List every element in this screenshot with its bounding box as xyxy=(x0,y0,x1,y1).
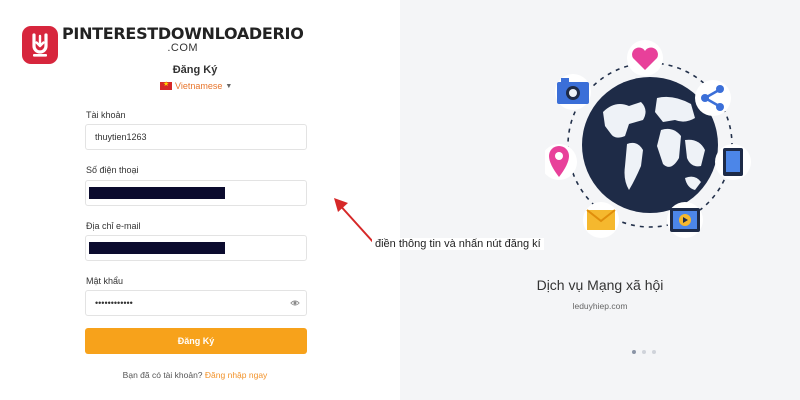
phone-label: Số điện thoại xyxy=(86,165,139,175)
vietnam-flag-icon xyxy=(160,80,172,90)
carousel-dot[interactable] xyxy=(652,350,656,354)
email-label: Địa chỉ e-mail xyxy=(86,221,141,231)
promo-subtitle: leduyhiep.com xyxy=(572,301,628,311)
redaction-bar xyxy=(89,187,225,199)
mail-icon xyxy=(583,202,619,238)
video-icon xyxy=(667,202,703,238)
login-prompt: Bạn đã có tài khoản? Đăng nhập ngay xyxy=(0,370,390,380)
phone-field-box xyxy=(85,180,307,206)
username-label: Tài khoản xyxy=(86,110,126,120)
have-account-text: Bạn đã có tài khoản? xyxy=(122,370,203,380)
carousel-dots xyxy=(632,350,656,354)
language-selector[interactable]: Vietnamese ▼ xyxy=(160,80,233,91)
signup-button[interactable]: Đăng Ký xyxy=(85,328,307,354)
social-globe-illustration xyxy=(541,40,755,255)
brand-logo[interactable]: PINTERESTDOWNLOADERIO .COM xyxy=(22,26,304,64)
eye-icon[interactable] xyxy=(290,298,300,308)
password-label: Mật khẩu xyxy=(86,276,124,286)
brand-name: PINTERESTDOWNLOADERIO xyxy=(62,24,304,43)
language-label: Vietnamese xyxy=(175,81,223,91)
annotation-arrow-icon xyxy=(334,198,375,244)
username-field-box xyxy=(85,124,307,150)
password-input[interactable] xyxy=(86,291,306,315)
download-logo-icon xyxy=(22,26,58,64)
email-field-box xyxy=(85,235,307,261)
promo-title: Dịch vụ Mạng xã hội xyxy=(536,277,664,293)
camera-icon xyxy=(555,74,591,110)
heart-icon xyxy=(627,40,663,76)
tablet-icon xyxy=(715,144,751,180)
redaction-bar xyxy=(89,242,225,254)
login-link[interactable]: Đăng nhập ngay xyxy=(205,370,267,380)
carousel-dot[interactable] xyxy=(642,350,646,354)
location-pin-icon xyxy=(541,144,577,180)
brand-domain: .COM xyxy=(167,42,199,54)
share-icon xyxy=(695,80,731,116)
annotation-text: điền thông tin và nhấn nút đăng kí xyxy=(372,238,544,250)
form-title: Đăng Ký xyxy=(172,64,218,76)
carousel-dot[interactable] xyxy=(632,350,636,354)
caret-down-icon: ▼ xyxy=(225,82,233,90)
username-input[interactable] xyxy=(86,125,306,149)
password-field-box xyxy=(85,290,307,316)
